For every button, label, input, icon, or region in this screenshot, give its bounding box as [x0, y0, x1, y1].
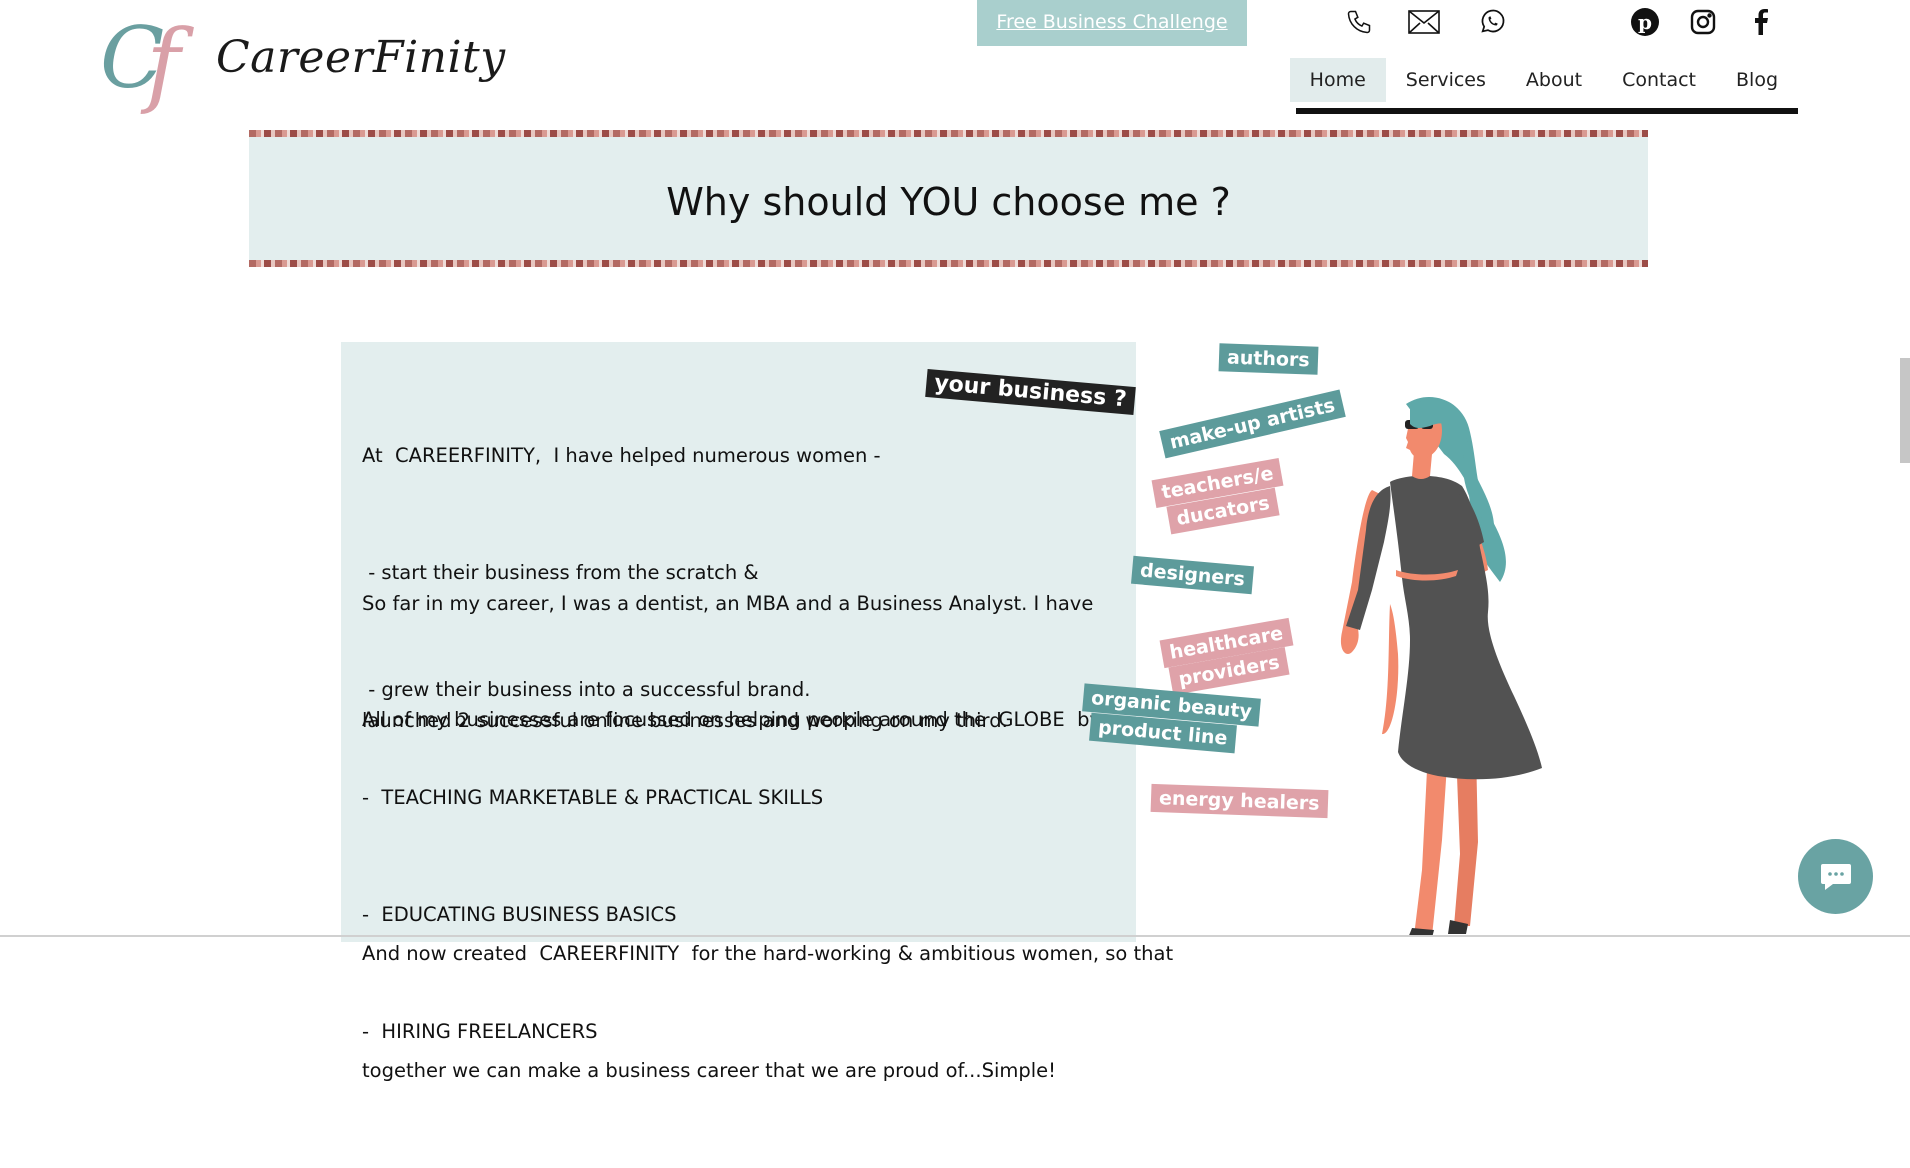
- text-line: So far in my career, I was a dentist, an…: [362, 592, 1094, 615]
- nav-home[interactable]: Home: [1289, 58, 1386, 102]
- text-line: And now created CAREERFINITY for the har…: [362, 942, 1174, 965]
- scrollbar-thumb[interactable]: [1900, 358, 1910, 463]
- free-challenge-button[interactable]: Free Business Challenge: [977, 0, 1247, 46]
- nav-about[interactable]: About: [1506, 58, 1602, 102]
- instagram-icon[interactable]: [1687, 6, 1719, 38]
- woman-illustration: [1340, 396, 1542, 937]
- logo-mark[interactable]: Cf: [100, 6, 190, 114]
- list-item: - TEACHING MARKETABLE & PRACTICAL SKILLS: [362, 786, 824, 809]
- svg-text:p: p: [1638, 10, 1652, 34]
- tag-designers: designers: [1131, 555, 1255, 595]
- main-nav: Home Services About Contact Blog: [1289, 58, 1798, 114]
- nav-blog[interactable]: Blog: [1716, 58, 1798, 102]
- whatsapp-icon[interactable]: [1474, 4, 1510, 40]
- section-title: Why should YOU choose me ?: [666, 179, 1231, 224]
- nav-services[interactable]: Services: [1386, 58, 1506, 102]
- banner-inner: Why should YOU choose me ?: [249, 137, 1648, 260]
- text-line: together we can make a business career t…: [362, 1059, 1056, 1082]
- pinterest-icon[interactable]: p: [1629, 6, 1661, 38]
- chat-icon: [1820, 863, 1851, 890]
- phone-icon[interactable]: [1341, 4, 1377, 40]
- brand-name[interactable]: CareerFinity: [216, 32, 506, 83]
- tag-authors: authors: [1218, 343, 1319, 375]
- nav-contact[interactable]: Contact: [1602, 58, 1716, 102]
- section-banner: Why should YOU choose me ?: [249, 130, 1648, 267]
- paragraph-closing: And now created CAREERFINITY for the har…: [362, 856, 1174, 1168]
- chat-button[interactable]: [1798, 839, 1873, 914]
- facebook-icon[interactable]: [1745, 6, 1777, 38]
- about-text-panel: At CAREERFINITY, I have helped numerous …: [341, 342, 1173, 1082]
- tag-energy-healers: energy healers: [1150, 783, 1329, 819]
- text-line: At CAREERFINITY, I have helped numerous …: [362, 444, 881, 467]
- logo-letter-f: f: [146, 10, 181, 117]
- mail-icon[interactable]: [1406, 4, 1442, 40]
